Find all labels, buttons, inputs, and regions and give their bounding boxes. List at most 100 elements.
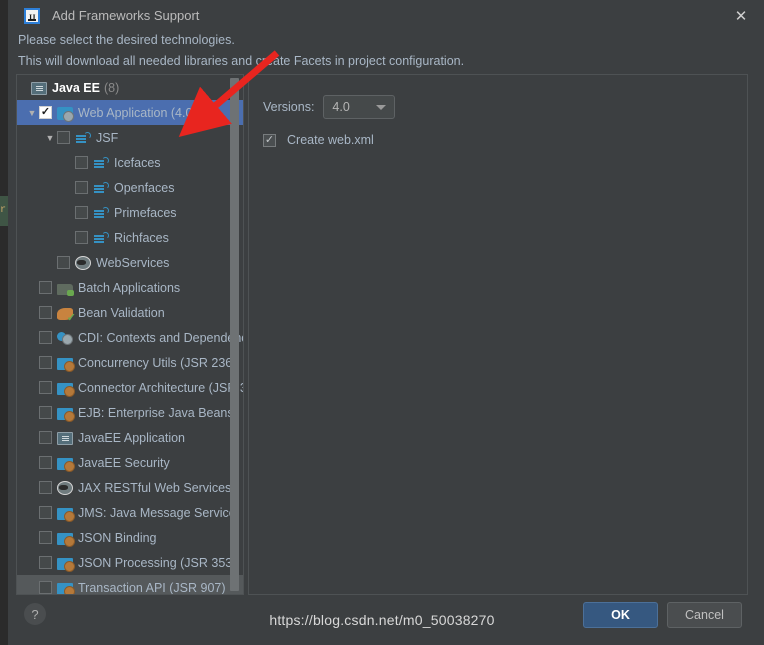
tree-item-checkbox[interactable]: ✓	[39, 106, 52, 119]
jsf-icon	[93, 155, 109, 171]
tree-scrollbar-thumb[interactable]	[230, 78, 239, 591]
tree-item-concurrency-utils-jsr-236[interactable]: ▼ Concurrency Utils (JSR 236)	[17, 350, 243, 375]
tree-group-count: (8)	[103, 80, 120, 95]
tree-item-json-binding[interactable]: ▼ JSON Binding	[17, 525, 243, 550]
jar-icon	[57, 507, 75, 522]
dialog-title-bar: IJ Add Frameworks Support ✕	[8, 0, 764, 31]
tree-item-checkbox[interactable]	[39, 506, 52, 519]
tree-item-label: Primefaces	[114, 205, 177, 220]
tree-item-connector-architecture-jsr-322[interactable]: ▼ Connector Architecture (JSR 322)	[17, 375, 243, 400]
tree-item-checkbox[interactable]	[75, 181, 88, 194]
tree-item-label: Icefaces	[114, 155, 161, 170]
tree-item-checkbox[interactable]	[75, 231, 88, 244]
jar-icon	[57, 532, 75, 547]
tree-item-web-application-4-0[interactable]: ▼ ✓ Web Application (4.0)	[17, 100, 243, 125]
tree-expander-placeholder: ▼	[25, 400, 39, 425]
jar-icon	[57, 457, 75, 472]
tree-item-checkbox[interactable]	[39, 481, 52, 494]
create-webxml-label: Create web.xml	[287, 133, 374, 147]
javaee-icon	[31, 82, 47, 95]
jar-icon	[57, 557, 75, 572]
tree-item-jax-restful-web-services[interactable]: ▼ JAX RESTful Web Services	[17, 475, 243, 500]
tree-item-ejb-enterprise-java-beans[interactable]: ▼ EJB: Enterprise Java Beans	[17, 400, 243, 425]
tree-item-checkbox[interactable]	[39, 406, 52, 419]
tree-item-label: Batch Applications	[78, 280, 181, 295]
frameworks-tree[interactable]: ›Java EE(8)▼✓Web Application (4.0)▼JSF▼I…	[17, 75, 243, 595]
tree-item-batch-applications[interactable]: ▼ Batch Applications	[17, 275, 243, 300]
dialog-title: Add Frameworks Support	[52, 8, 200, 23]
tree-item-jsf[interactable]: ▼ JSF	[17, 125, 243, 150]
tree-item-checkbox[interactable]	[75, 206, 88, 219]
versions-selected-value: 4.0	[332, 100, 350, 114]
tree-item-checkbox[interactable]	[39, 306, 52, 319]
versions-select[interactable]: 4.0	[323, 95, 396, 119]
tree-item-checkbox[interactable]	[39, 581, 52, 594]
create-webxml-row[interactable]: ✓ Create web.xml	[263, 133, 374, 147]
tree-item-label: WebServices	[96, 255, 170, 270]
versions-row: Versions: 4.0	[263, 95, 396, 119]
tree-item-label: EJB: Enterprise Java Beans	[78, 405, 234, 420]
tree-item-webservices[interactable]: ▼ WebServices	[17, 250, 243, 275]
frameworks-tree-panel[interactable]: ›Java EE(8)▼✓Web Application (4.0)▼JSF▼I…	[16, 74, 244, 595]
bean-icon	[57, 307, 76, 324]
javaee-icon	[57, 432, 73, 445]
chevron-down-icon	[376, 105, 387, 110]
description-line-2: This will download all needed libraries …	[18, 54, 465, 68]
tree-item-label: Concurrency Utils (JSR 236)	[78, 355, 237, 370]
create-webxml-checkbox[interactable]: ✓	[263, 133, 276, 147]
add-frameworks-support-dialog: r IJ Add Frameworks Support ✕ Please sel…	[0, 0, 764, 645]
jar-icon	[57, 407, 75, 422]
tree-expander-placeholder: ▼	[61, 200, 75, 225]
tree-scrollbar-track[interactable]	[230, 75, 241, 594]
tree-item-jms-java-message-service[interactable]: ▼ JMS: Java Message Service	[17, 500, 243, 525]
tree-item-richfaces[interactable]: ▼ Richfaces	[17, 225, 243, 250]
intellij-idea-icon: IJ	[24, 7, 40, 24]
tree-expander-placeholder: ▼	[25, 525, 39, 550]
tree-item-primefaces[interactable]: ▼ Primefaces	[17, 200, 243, 225]
tree-item-checkbox[interactable]	[75, 156, 88, 169]
tree-expander-placeholder: ▼	[25, 350, 39, 375]
tree-item-label: Connector Architecture (JSR 322)	[78, 380, 243, 395]
tree-item-checkbox[interactable]	[39, 456, 52, 469]
tree-item-checkbox[interactable]	[39, 556, 52, 569]
tree-expander-placeholder: ▼	[25, 375, 39, 400]
tree-item-label: Transaction API (JSR 907)	[78, 580, 226, 595]
tree-item-checkbox[interactable]	[39, 381, 52, 394]
chevron-down-icon[interactable]: ▼	[25, 100, 39, 125]
framework-details-panel: Versions: 4.0 ✓ Create web.xml	[248, 74, 748, 595]
tree-item-label: CDI: Contexts and Dependency Injection	[78, 330, 243, 345]
tree-item-transaction-api-jsr-907[interactable]: ▼ Transaction API (JSR 907)	[17, 575, 243, 595]
tree-item-icefaces[interactable]: ▼ Icefaces	[17, 150, 243, 175]
tree-item-checkbox[interactable]	[39, 356, 52, 369]
jsf-icon	[93, 205, 109, 221]
tree-item-checkbox[interactable]	[57, 256, 70, 269]
close-icon[interactable]: ✕	[718, 0, 764, 31]
tree-item-cdi-contexts-and-dependency-injection[interactable]: ▼ CDI: Contexts and Dependency Injection	[17, 325, 243, 350]
tree-item-bean-validation[interactable]: ▼ Bean Validation	[17, 300, 243, 325]
tree-expander-placeholder: ▼	[25, 300, 39, 325]
tree-item-label: JSON Binding	[78, 530, 157, 545]
tree-item-javaee-application[interactable]: ▼ JavaEE Application	[17, 425, 243, 450]
tree-item-checkbox[interactable]	[39, 331, 52, 344]
jsf-icon	[93, 230, 109, 246]
tree-item-checkbox[interactable]	[39, 531, 52, 544]
description-line-1: Please select the desired technologies.	[18, 33, 235, 47]
tree-item-label: JavaEE Application	[78, 430, 186, 445]
tree-item-label: JSF	[96, 130, 119, 145]
tree-item-checkbox[interactable]	[39, 281, 52, 294]
tree-expander-placeholder: ▼	[25, 425, 39, 450]
jar-icon	[57, 382, 75, 397]
tree-item-javaee-security[interactable]: ▼ JavaEE Security	[17, 450, 243, 475]
chevron-down-icon[interactable]: ▼	[43, 125, 57, 150]
tree-item-checkbox[interactable]	[57, 131, 70, 144]
versions-label: Versions:	[263, 100, 315, 114]
tree-item-label: JavaEE Security	[78, 455, 170, 470]
jsf-icon	[75, 130, 91, 146]
tree-item-json-processing-jsr-353[interactable]: ▼ JSON Processing (JSR 353)	[17, 550, 243, 575]
tree-group-label: Java EE	[52, 80, 100, 95]
background-editor-strip: r	[0, 0, 8, 645]
jar-icon	[57, 357, 75, 372]
tree-item-checkbox[interactable]	[39, 431, 52, 444]
tree-item-openfaces[interactable]: ▼ Openfaces	[17, 175, 243, 200]
tree-item-label: JAX RESTful Web Services	[78, 480, 232, 495]
